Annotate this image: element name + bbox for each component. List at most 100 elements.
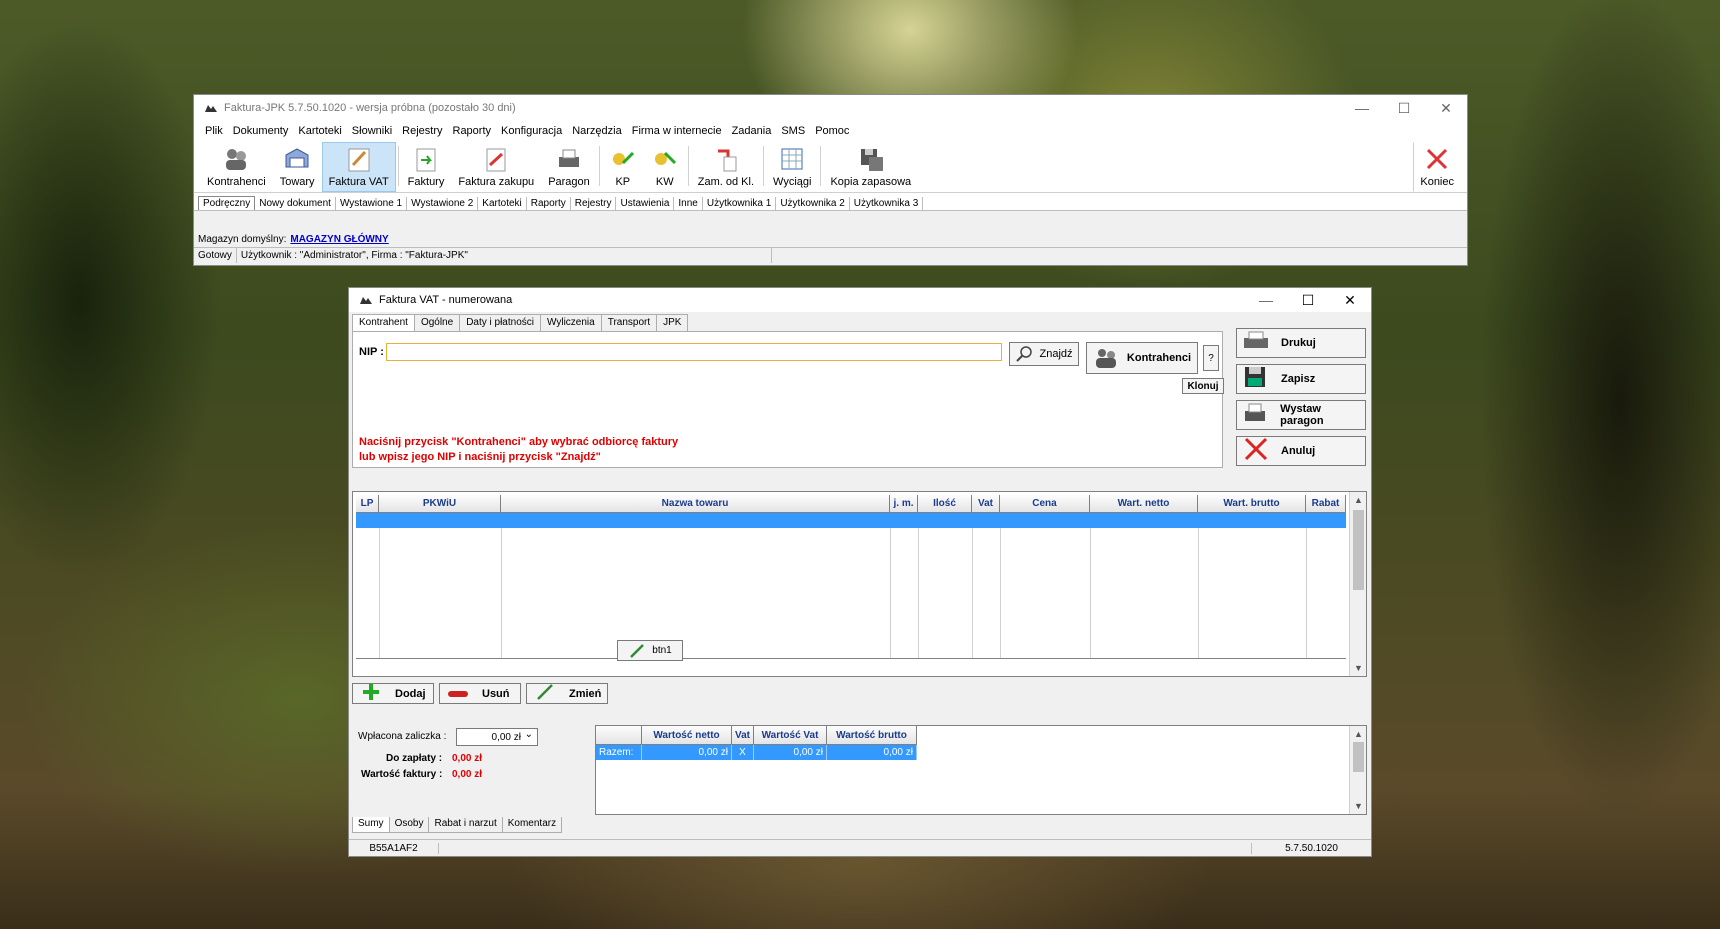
find-button[interactable]: Znajdź bbox=[1009, 342, 1079, 366]
tab-uzytkownika-3[interactable]: Użytkownika 3 bbox=[850, 197, 924, 210]
cancel-button[interactable]: Anuluj bbox=[1236, 436, 1366, 466]
vat-summary-total-row[interactable]: Razem: 0,00 zł X 0,00 zł 0,00 zł bbox=[596, 745, 917, 760]
status-ready: Gotowy bbox=[194, 248, 237, 263]
toolbar-faktury-button[interactable]: Faktury bbox=[401, 142, 452, 192]
menu-slowniki[interactable]: Słowniki bbox=[347, 125, 397, 137]
tab-ogolne[interactable]: Ogólne bbox=[413, 314, 461, 332]
toolbar-kopia-zapasowa-button[interactable]: Kopia zapasowa bbox=[823, 142, 918, 192]
tab-wyliczenia[interactable]: Wyliczenia bbox=[540, 314, 602, 332]
btn1-button[interactable]: btn1 bbox=[617, 640, 683, 661]
menu-konfiguracja[interactable]: Konfiguracja bbox=[496, 125, 567, 137]
col-lp[interactable]: LP bbox=[356, 495, 379, 512]
menu-rejestry[interactable]: Rejestry bbox=[397, 125, 447, 137]
scroll-down-icon[interactable]: ▼ bbox=[1350, 660, 1367, 676]
tab-wystawione-1[interactable]: Wystawione 1 bbox=[336, 197, 408, 210]
minimize-icon[interactable]: — bbox=[1245, 288, 1287, 312]
remove-row-button[interactable]: Usuń bbox=[439, 683, 521, 704]
menu-zadania[interactable]: Zadania bbox=[727, 125, 777, 137]
nip-input[interactable] bbox=[386, 343, 1002, 361]
scroll-up-icon[interactable]: ▲ bbox=[1350, 492, 1367, 508]
contractors-button[interactable]: Kontrahenci bbox=[1086, 342, 1198, 374]
tab-rabat-i-narzut[interactable]: Rabat i narzut bbox=[428, 817, 503, 833]
scroll-up-icon[interactable]: ▲ bbox=[1350, 726, 1367, 742]
col-wart-netto[interactable]: Wart. netto bbox=[1090, 495, 1198, 512]
toolbar-kp-button[interactable]: KP bbox=[602, 142, 644, 192]
toolbar-faktura-vat-button[interactable]: Faktura VAT bbox=[321, 142, 396, 192]
tab-jpk[interactable]: JPK bbox=[656, 314, 689, 332]
toolbar-zam-od-kl-button[interactable]: Zam. od Kl. bbox=[691, 142, 761, 192]
toolbar-kw-button[interactable]: KW bbox=[644, 142, 686, 192]
toolbar-wyciagi-button[interactable]: Wyciągi bbox=[766, 142, 818, 192]
vat-summary-table[interactable]: Wartość netto Vat Wartość Vat Wartość br… bbox=[595, 725, 1367, 815]
minimize-icon[interactable]: — bbox=[1341, 95, 1383, 121]
maximize-icon[interactable]: ☐ bbox=[1383, 95, 1425, 121]
toolbar-kontrahenci-label: Kontrahenci bbox=[207, 176, 266, 188]
tab-daty-i-platnosci[interactable]: Daty i płatności bbox=[459, 314, 541, 332]
tab-rejestry[interactable]: Rejestry bbox=[571, 197, 617, 210]
menu-dokumenty[interactable]: Dokumenty bbox=[228, 125, 294, 137]
items-grid[interactable]: LP PKWiU Nazwa towaru j. m. Ilość Vat Ce… bbox=[352, 491, 1367, 677]
menu-firma-w-internecie[interactable]: Firma w internecie bbox=[627, 125, 727, 137]
col-wart-brutto[interactable]: Wart. brutto bbox=[1198, 495, 1306, 512]
items-grid-scrollbar[interactable]: ▲ ▼ bbox=[1349, 492, 1366, 676]
toolbar-towary-button[interactable]: Towary bbox=[273, 142, 322, 192]
toolbar-koniec-button[interactable]: Koniec bbox=[1413, 142, 1461, 192]
receipt-printer-icon bbox=[555, 145, 583, 173]
vat-summary-scrollbar[interactable]: ▲ ▼ bbox=[1349, 726, 1366, 814]
selected-row[interactable] bbox=[356, 513, 1346, 528]
maximize-icon[interactable]: ☐ bbox=[1287, 288, 1329, 312]
total-gross: 0,00 zł bbox=[827, 745, 917, 760]
toolbar-faktura-zakupu-button[interactable]: Faktura zakupu bbox=[451, 142, 541, 192]
menu-kartoteki[interactable]: Kartoteki bbox=[293, 125, 346, 137]
save-button[interactable]: Zapisz bbox=[1236, 364, 1366, 394]
edit-row-button[interactable]: Zmień bbox=[526, 683, 608, 704]
clone-button[interactable]: Klonuj bbox=[1182, 378, 1224, 394]
advance-select[interactable]: 0,00 zł bbox=[456, 728, 538, 746]
col-rabat[interactable]: Rabat bbox=[1306, 495, 1346, 512]
scroll-thumb[interactable] bbox=[1353, 510, 1364, 590]
menu-narzedzia[interactable]: Narzędzia bbox=[567, 125, 627, 137]
main-body bbox=[194, 211, 1467, 231]
tab-uzytkownika-2[interactable]: Użytkownika 2 bbox=[776, 197, 850, 210]
help-button[interactable]: ? bbox=[1203, 345, 1219, 371]
invoice-pen-icon bbox=[345, 145, 373, 173]
warehouse-link[interactable]: MAGAZYN GŁÓWNY bbox=[290, 234, 388, 245]
tab-podreczny[interactable]: Podręczny bbox=[198, 196, 256, 210]
menu-raporty[interactable]: Raporty bbox=[448, 125, 497, 137]
tab-komentarz[interactable]: Komentarz bbox=[501, 817, 563, 833]
tab-kartoteki[interactable]: Kartoteki bbox=[478, 197, 527, 210]
sum-col-vat-value: Wartość Vat bbox=[754, 726, 827, 745]
col-nazwa-towaru[interactable]: Nazwa towaru bbox=[501, 495, 890, 512]
tab-transport[interactable]: Transport bbox=[600, 314, 658, 332]
close-icon[interactable]: ✕ bbox=[1425, 95, 1467, 121]
receipt-button[interactable]: Wystaw paragon bbox=[1236, 400, 1366, 430]
tab-raporty[interactable]: Raporty bbox=[527, 197, 571, 210]
tab-kontrahent[interactable]: Kontrahent bbox=[352, 314, 415, 332]
menu-plik[interactable]: Plik bbox=[200, 125, 228, 137]
menu-pomoc[interactable]: Pomoc bbox=[810, 125, 854, 137]
contacts-icon bbox=[222, 145, 250, 173]
scroll-thumb[interactable] bbox=[1353, 742, 1364, 772]
toolbar-kontrahenci-button[interactable]: Kontrahenci bbox=[200, 142, 273, 192]
tab-nowy-dokument[interactable]: Nowy dokument bbox=[255, 197, 336, 210]
scroll-down-icon[interactable]: ▼ bbox=[1350, 798, 1367, 814]
find-button-label: Znajdź bbox=[1039, 348, 1073, 360]
menu-sms[interactable]: SMS bbox=[776, 125, 810, 137]
add-row-button[interactable]: Dodaj bbox=[352, 683, 434, 704]
col-ilosc[interactable]: Ilość bbox=[918, 495, 972, 512]
tab-ustawienia[interactable]: Ustawienia bbox=[616, 197, 675, 210]
tab-uzytkownika-1[interactable]: Użytkownika 1 bbox=[703, 197, 777, 210]
tab-osoby[interactable]: Osoby bbox=[388, 817, 430, 833]
close-icon[interactable]: ✕ bbox=[1329, 288, 1371, 312]
tab-inne[interactable]: Inne bbox=[674, 197, 703, 210]
sum-col-vat: Vat bbox=[732, 726, 754, 745]
col-pkwiu[interactable]: PKWiU bbox=[379, 495, 501, 512]
tab-wystawione-2[interactable]: Wystawione 2 bbox=[407, 197, 479, 210]
app-logo-icon bbox=[205, 105, 217, 112]
col-cena[interactable]: Cena bbox=[1000, 495, 1090, 512]
col-vat[interactable]: Vat bbox=[972, 495, 1000, 512]
toolbar-paragon-button[interactable]: Paragon bbox=[541, 142, 597, 192]
tab-sumy[interactable]: Sumy bbox=[352, 817, 390, 833]
print-button[interactable]: Drukuj bbox=[1236, 328, 1366, 358]
col-jm[interactable]: j. m. bbox=[890, 495, 918, 512]
